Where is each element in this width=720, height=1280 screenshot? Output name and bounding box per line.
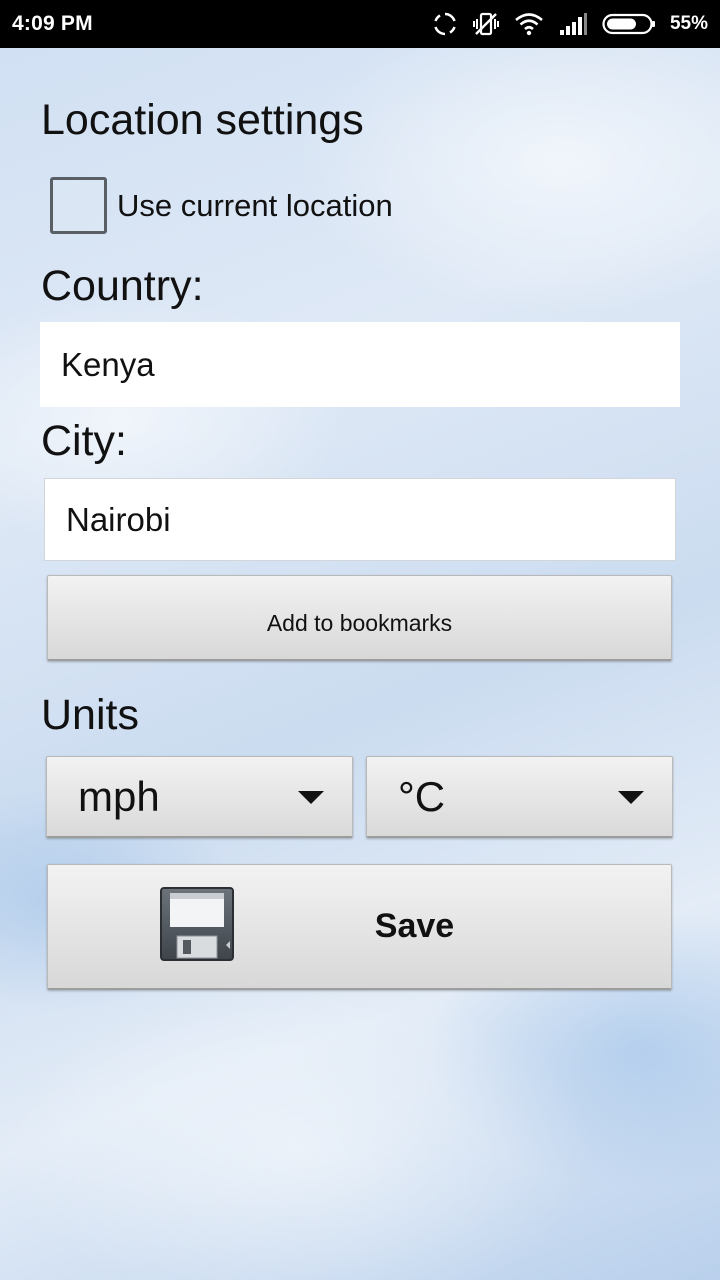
status-time: 4:09 PM [12,12,93,35]
dropdown-arrow-icon [298,790,324,804]
save-button[interactable]: Save [47,864,672,990]
temperature-unit-value: °C [398,772,446,820]
city-field[interactable]: Nairobi [44,478,676,561]
use-current-location-label[interactable]: Use current location [117,188,393,224]
speed-unit-value: mph [78,772,160,820]
battery-icon [602,12,656,36]
country-field[interactable]: Kenya [40,322,680,407]
add-to-bookmarks-label: Add to bookmarks [266,610,453,636]
wifi-icon [514,12,544,36]
sync-icon [432,11,458,37]
units-title: Units [41,691,139,739]
status-icons: 55% [432,11,708,37]
use-current-location-row[interactable]: Use current location [50,177,393,234]
vibrate-off-icon [472,11,500,37]
signal-icon [558,12,588,36]
temperature-unit-dropdown[interactable]: °C [366,756,673,838]
floppy-disk-icon [160,887,234,961]
status-bar: 4:09 PM 55% [0,0,720,48]
location-settings-title: Location settings [41,96,364,144]
dropdown-arrow-icon [618,790,644,804]
speed-unit-dropdown[interactable]: mph [46,756,353,838]
add-to-bookmarks-button[interactable]: Add to bookmarks [47,575,672,661]
use-current-location-checkbox[interactable] [50,177,107,234]
country-label: Country: [41,262,204,310]
city-label: City: [41,417,127,465]
battery-percent: 55% [669,13,708,34]
save-label: Save [374,907,455,945]
